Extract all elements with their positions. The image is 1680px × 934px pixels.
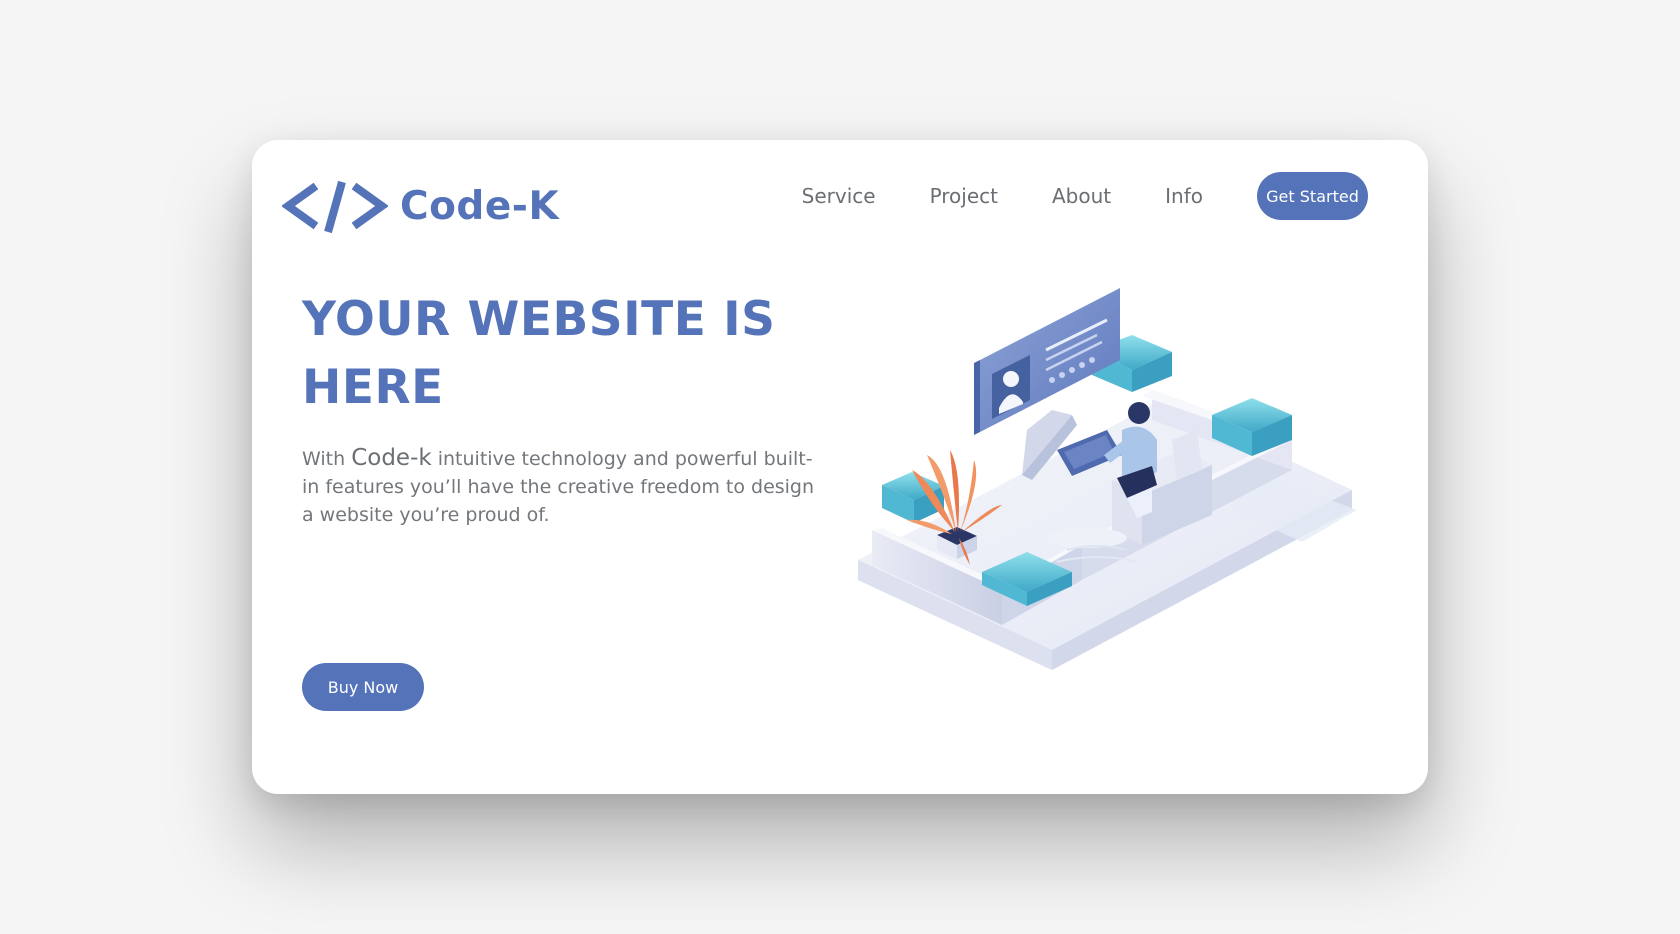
logo[interactable]: Code-K	[282, 178, 559, 234]
hero-description: With Code-k intuitive technology and pow…	[302, 444, 822, 529]
buy-now-button[interactable]: Buy Now	[302, 663, 424, 711]
nav-item-about[interactable]: About	[1052, 184, 1111, 208]
get-started-button[interactable]: Get Started	[1257, 172, 1368, 220]
hero-title: YOUR WEBSITE IS HERE	[302, 292, 776, 415]
code-brackets-icon	[282, 180, 388, 234]
nav-item-info[interactable]: Info	[1165, 184, 1203, 208]
isometric-workspace-illustration	[858, 288, 1357, 670]
nav-item-project[interactable]: Project	[930, 184, 998, 208]
hero-description-brand: Code-k	[351, 445, 432, 471]
nav-item-service[interactable]: Service	[802, 184, 876, 208]
main-nav: Service Project About Info Get Started	[802, 172, 1368, 220]
hero-description-pre: With	[302, 448, 352, 470]
landing-card: Code-K Service Project About Info Get St…	[252, 140, 1428, 794]
brand-name: Code-K	[400, 183, 560, 229]
